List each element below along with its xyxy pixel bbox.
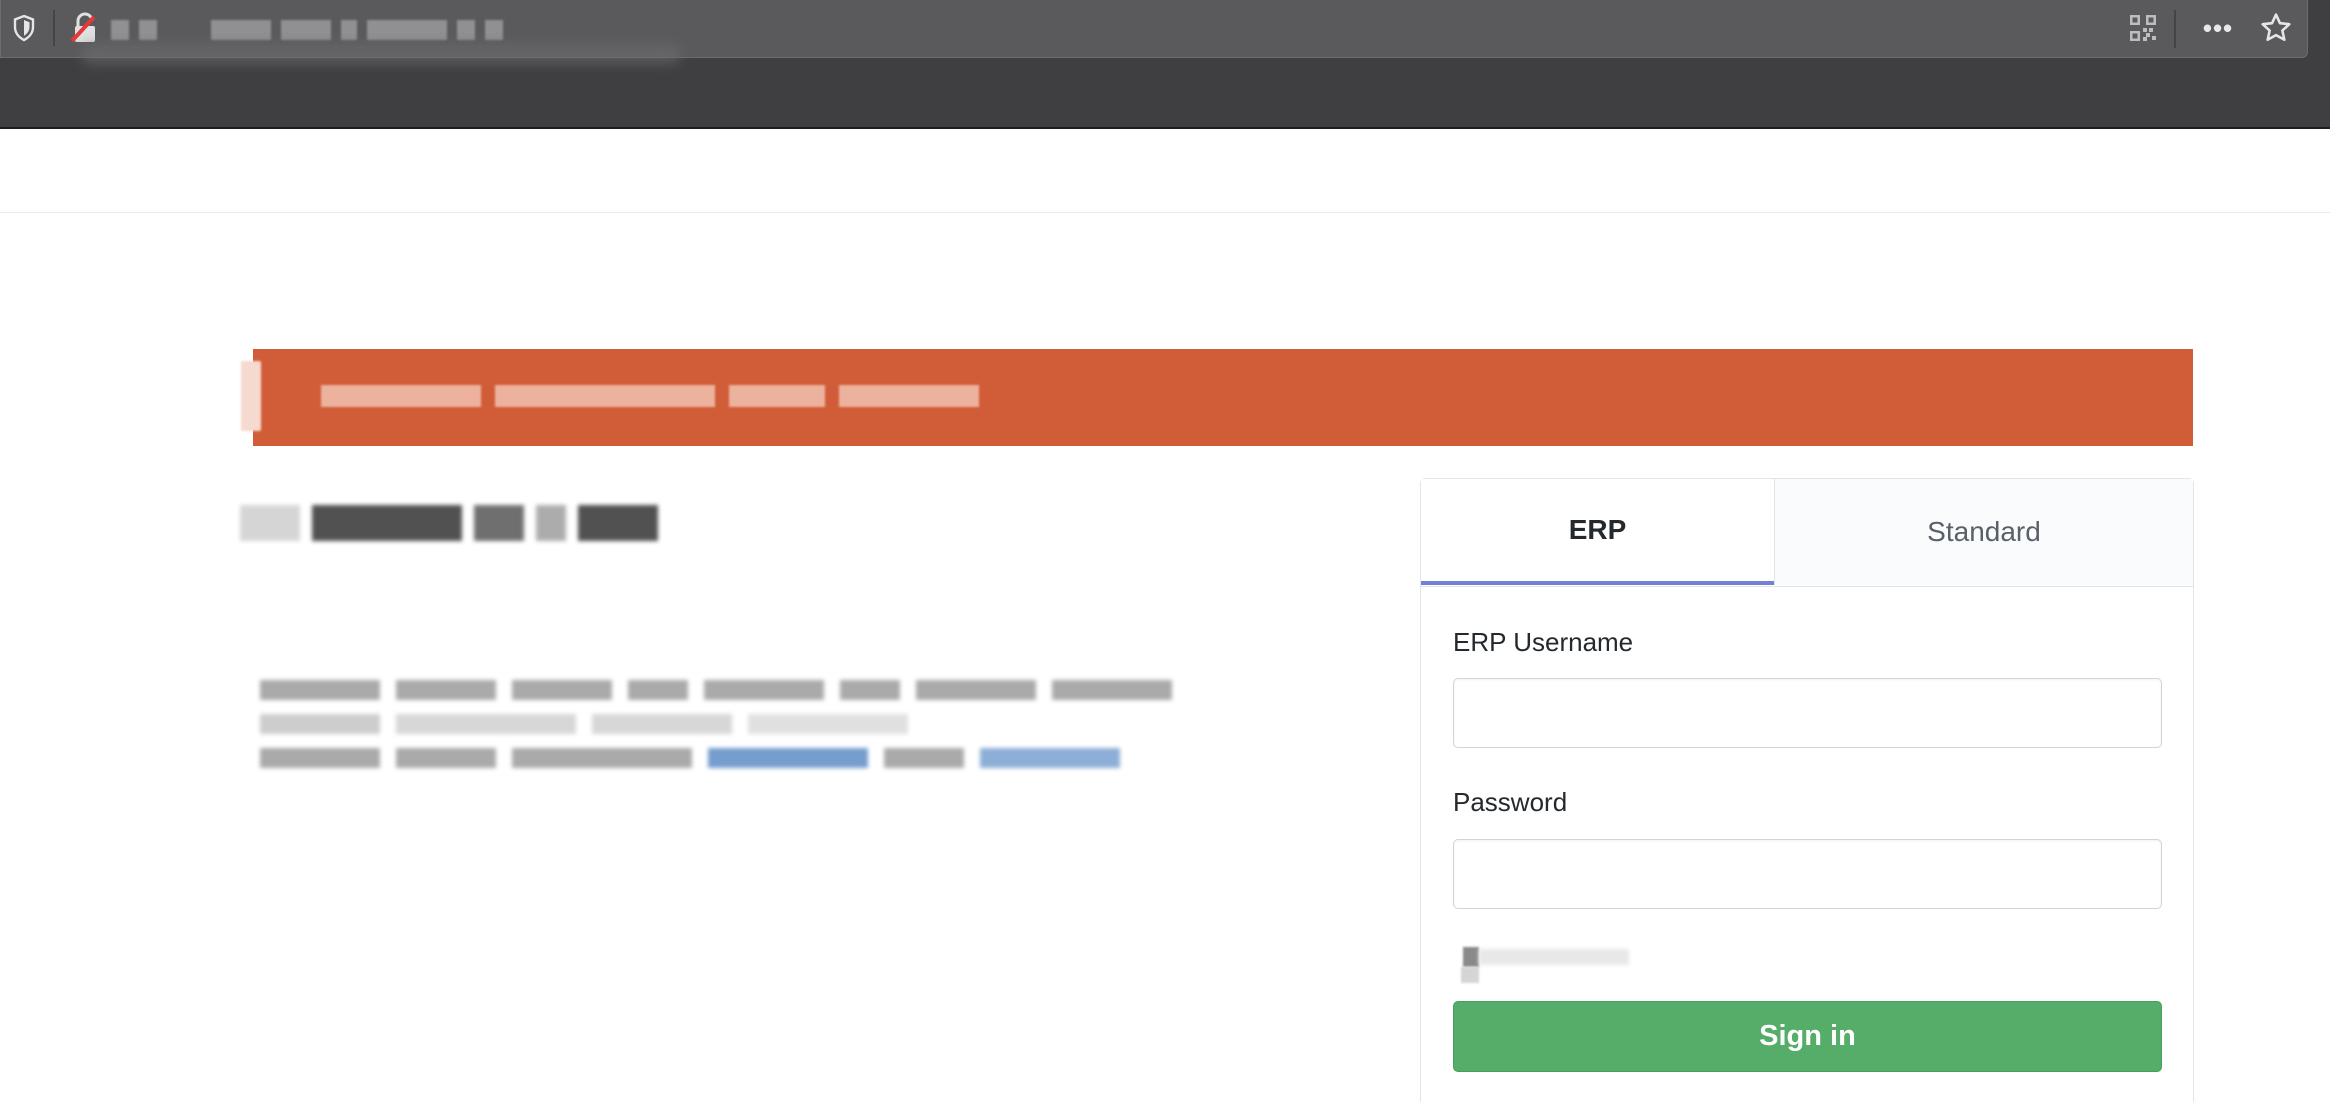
redacted-link[interactable] [980,748,1120,768]
redacted-url-segment [111,20,129,40]
password-label: Password [1453,787,1568,817]
redacted-url-segment [211,20,271,40]
login-tabs: ERP Standard [1421,479,2193,587]
browser-chrome: ••• [0,0,2330,129]
alert-accent-edge [241,361,261,431]
redacted-url-segment [457,20,475,40]
username-label: ERP Username [1453,627,1634,657]
tab-standard[interactable]: Standard [1774,479,2193,585]
insecure-lock-icon[interactable] [69,10,101,46]
url-bar[interactable]: ••• [0,0,2308,64]
star-icon[interactable] [2256,8,2296,48]
intro-line [260,680,1330,700]
intro-line [260,748,1330,768]
alert-message-redacted [321,385,979,407]
more-icon[interactable]: ••• [2196,10,2240,46]
intro-paragraph-redacted [260,680,1330,768]
password-input[interactable] [1453,839,2162,909]
remember-me-redacted[interactable] [1453,945,1753,995]
redacted-url-segment [139,20,157,40]
login-panel: ERP Standard ERP Username Password Sign … [1420,478,2194,1102]
toolbar-separator [2174,10,2176,48]
redacted-url-segment [485,20,503,40]
redacted-link[interactable] [708,748,868,768]
username-input[interactable] [1453,678,2162,748]
tab-erp[interactable]: ERP [1421,479,1774,585]
url-text[interactable] [111,16,503,44]
shield-icon[interactable] [9,12,39,44]
redacted-url-segment [281,20,331,40]
redacted-url-segment [341,20,357,40]
sign-in-button[interactable]: Sign in [1453,1001,2162,1072]
qr-code-icon[interactable] [2126,10,2160,46]
site-header [0,131,2330,213]
url-separator [53,10,55,46]
url-underline-smudge [81,44,681,64]
intro-line [260,714,1330,734]
page-title-redacted [240,498,658,548]
redacted-url-segment [367,20,447,40]
alert-banner [241,349,2193,446]
